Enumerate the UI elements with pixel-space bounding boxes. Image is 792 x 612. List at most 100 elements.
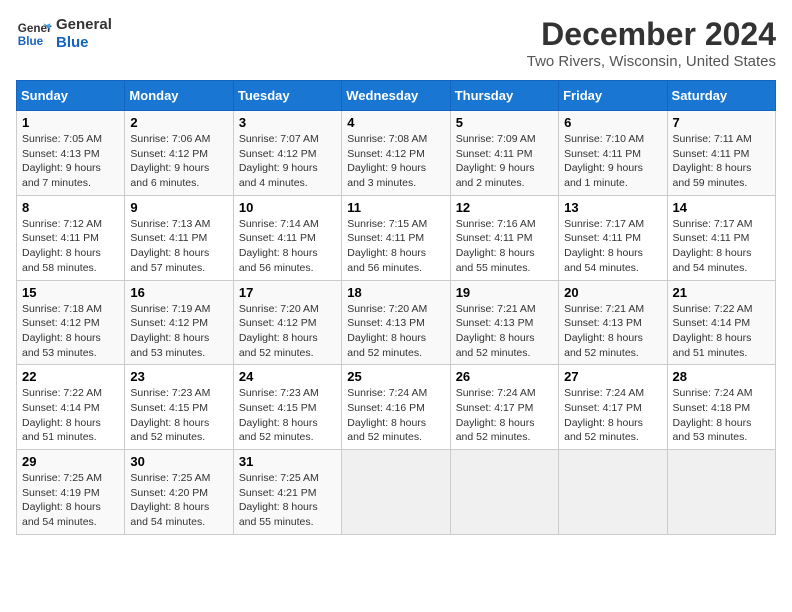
day-detail: Sunrise: 7:07 AMSunset: 4:12 PMDaylight:… [239,133,319,189]
calendar-cell: 22 Sunrise: 7:22 AMSunset: 4:14 PMDayligh… [17,365,125,450]
calendar-cell: 18 Sunrise: 7:20 AMSunset: 4:13 PMDayligh… [342,280,450,365]
day-detail: Sunrise: 7:08 AMSunset: 4:12 PMDaylight:… [347,133,427,189]
calendar-cell: 15 Sunrise: 7:18 AMSunset: 4:12 PMDayligh… [17,280,125,365]
day-detail: Sunrise: 7:25 AMSunset: 4:20 PMDaylight:… [130,472,210,528]
calendar-week-5: 29Sunrise: 7:25 AMSunset: 4:19 PMDayligh… [17,450,776,535]
day-number: 5 [456,115,553,130]
day-detail: Sunrise: 7:23 AMSunset: 4:15 PMDaylight:… [239,387,319,443]
day-number: 20 [564,285,661,300]
day-number: 28 [673,369,770,384]
calendar-cell: 17Sunrise: 7:20 AMSunset: 4:12 PMDayligh… [233,280,341,365]
day-detail: Sunrise: 7:19 AMSunset: 4:12 PMDaylight:… [130,303,210,359]
logo-line1: General [56,16,112,34]
page-subtitle: Two Rivers, Wisconsin, United States [527,53,776,70]
calendar-cell: 29Sunrise: 7:25 AMSunset: 4:19 PMDayligh… [17,450,125,535]
day-number: 14 [673,200,770,215]
calendar-cell: 23 Sunrise: 7:23 AMSunset: 4:15 PMDayligh… [125,365,233,450]
calendar-cell: 11 Sunrise: 7:15 AMSunset: 4:11 PMDayligh… [342,195,450,280]
day-number: 7 [673,115,770,130]
day-number: 1 [22,115,119,130]
logo-icon: General Blue [16,16,52,52]
calendar-cell: 12 Sunrise: 7:16 AMSunset: 4:11 PMDayligh… [450,195,558,280]
day-number: 22 [22,369,119,384]
day-number: 16 [130,285,227,300]
col-header-thursday: Thursday [450,81,558,111]
col-header-wednesday: Wednesday [342,81,450,111]
day-detail: Sunrise: 7:20 AMSunset: 4:12 PMDaylight:… [239,303,319,359]
col-header-friday: Friday [559,81,667,111]
calendar-cell [667,450,775,535]
calendar-cell: 5 Sunrise: 7:09 AMSunset: 4:11 PMDaylight… [450,111,558,196]
day-number: 11 [347,200,444,215]
day-detail: Sunrise: 7:24 AMSunset: 4:18 PMDaylight:… [673,387,753,443]
calendar-cell: 4 Sunrise: 7:08 AMSunset: 4:12 PMDaylight… [342,111,450,196]
day-detail: Sunrise: 7:25 AMSunset: 4:21 PMDaylight:… [239,472,319,528]
col-header-saturday: Saturday [667,81,775,111]
day-detail: Sunrise: 7:11 AMSunset: 4:11 PMDaylight:… [673,133,752,189]
day-number: 18 [347,285,444,300]
calendar-cell: 7 Sunrise: 7:11 AMSunset: 4:11 PMDaylight… [667,111,775,196]
day-number: 4 [347,115,444,130]
calendar-table: SundayMondayTuesdayWednesdayThursdayFrid… [16,80,776,535]
calendar-week-3: 15 Sunrise: 7:18 AMSunset: 4:12 PMDayligh… [17,280,776,365]
calendar-cell: 9 Sunrise: 7:13 AMSunset: 4:11 PMDaylight… [125,195,233,280]
day-detail: Sunrise: 7:09 AMSunset: 4:11 PMDaylight:… [456,133,536,189]
calendar-cell [342,450,450,535]
day-number: 21 [673,285,770,300]
calendar-cell: 10 Sunrise: 7:14 AMSunset: 4:11 PMDayligh… [233,195,341,280]
day-number: 9 [130,200,227,215]
day-detail: Sunrise: 7:10 AMSunset: 4:11 PMDaylight:… [564,133,644,189]
day-detail: Sunrise: 7:14 AMSunset: 4:11 PMDaylight:… [239,218,319,274]
day-detail: Sunrise: 7:21 AMSunset: 4:13 PMDaylight:… [564,303,644,359]
calendar-header-row: SundayMondayTuesdayWednesdayThursdayFrid… [17,81,776,111]
logo: General Blue General Blue [16,16,112,52]
day-detail: Sunrise: 7:06 AMSunset: 4:12 PMDaylight:… [130,133,210,189]
day-detail: Sunrise: 7:20 AMSunset: 4:13 PMDaylight:… [347,303,427,359]
day-detail: Sunrise: 7:05 AMSunset: 4:13 PMDaylight:… [22,133,102,189]
calendar-cell [450,450,558,535]
day-detail: Sunrise: 7:17 AMSunset: 4:11 PMDaylight:… [673,218,753,274]
day-number: 8 [22,200,119,215]
day-detail: Sunrise: 7:16 AMSunset: 4:11 PMDaylight:… [456,218,536,274]
day-number: 10 [239,200,336,215]
calendar-cell: 3 Sunrise: 7:07 AMSunset: 4:12 PMDaylight… [233,111,341,196]
calendar-cell [559,450,667,535]
day-detail: Sunrise: 7:23 AMSunset: 4:15 PMDaylight:… [130,387,210,443]
day-detail: Sunrise: 7:22 AMSunset: 4:14 PMDaylight:… [673,303,753,359]
day-detail: Sunrise: 7:21 AMSunset: 4:13 PMDaylight:… [456,303,536,359]
title-area: December 2024 Two Rivers, Wisconsin, Uni… [527,16,776,70]
day-number: 24 [239,369,336,384]
day-number: 23 [130,369,227,384]
day-number: 3 [239,115,336,130]
calendar-cell: 1 Sunrise: 7:05 AMSunset: 4:13 PMDaylight… [17,111,125,196]
day-number: 12 [456,200,553,215]
calendar-cell: 30 Sunrise: 7:25 AMSunset: 4:20 PMDayligh… [125,450,233,535]
day-detail: Sunrise: 7:13 AMSunset: 4:11 PMDaylight:… [130,218,210,274]
calendar-cell: 19Sunrise: 7:21 AMSunset: 4:13 PMDayligh… [450,280,558,365]
calendar-cell: 27 Sunrise: 7:24 AMSunset: 4:17 PMDayligh… [559,365,667,450]
day-number: 27 [564,369,661,384]
day-detail: Sunrise: 7:15 AMSunset: 4:11 PMDaylight:… [347,218,427,274]
calendar-cell: 20 Sunrise: 7:21 AMSunset: 4:13 PMDayligh… [559,280,667,365]
calendar-week-2: 8 Sunrise: 7:12 AMSunset: 4:11 PMDaylight… [17,195,776,280]
calendar-cell: 28 Sunrise: 7:24 AMSunset: 4:18 PMDayligh… [667,365,775,450]
day-detail: Sunrise: 7:22 AMSunset: 4:14 PMDaylight:… [22,387,102,443]
svg-text:General: General [18,22,52,35]
day-detail: Sunrise: 7:12 AMSunset: 4:11 PMDaylight:… [22,218,102,274]
day-detail: Sunrise: 7:17 AMSunset: 4:11 PMDaylight:… [564,218,644,274]
page-title: December 2024 [527,16,776,53]
svg-text:Blue: Blue [18,35,44,48]
calendar-week-4: 22 Sunrise: 7:22 AMSunset: 4:14 PMDayligh… [17,365,776,450]
day-detail: Sunrise: 7:24 AMSunset: 4:17 PMDaylight:… [456,387,536,443]
day-number: 15 [22,285,119,300]
day-number: 6 [564,115,661,130]
calendar-cell: 31 Sunrise: 7:25 AMSunset: 4:21 PMDayligh… [233,450,341,535]
day-number: 31 [239,454,336,469]
calendar-cell: 16 Sunrise: 7:19 AMSunset: 4:12 PMDayligh… [125,280,233,365]
calendar-cell: 14 Sunrise: 7:17 AMSunset: 4:11 PMDayligh… [667,195,775,280]
day-detail: Sunrise: 7:18 AMSunset: 4:12 PMDaylight:… [22,303,102,359]
calendar-cell: 26Sunrise: 7:24 AMSunset: 4:17 PMDayligh… [450,365,558,450]
calendar-cell: 8 Sunrise: 7:12 AMSunset: 4:11 PMDaylight… [17,195,125,280]
day-detail: Sunrise: 7:24 AMSunset: 4:17 PMDaylight:… [564,387,644,443]
day-number: 30 [130,454,227,469]
